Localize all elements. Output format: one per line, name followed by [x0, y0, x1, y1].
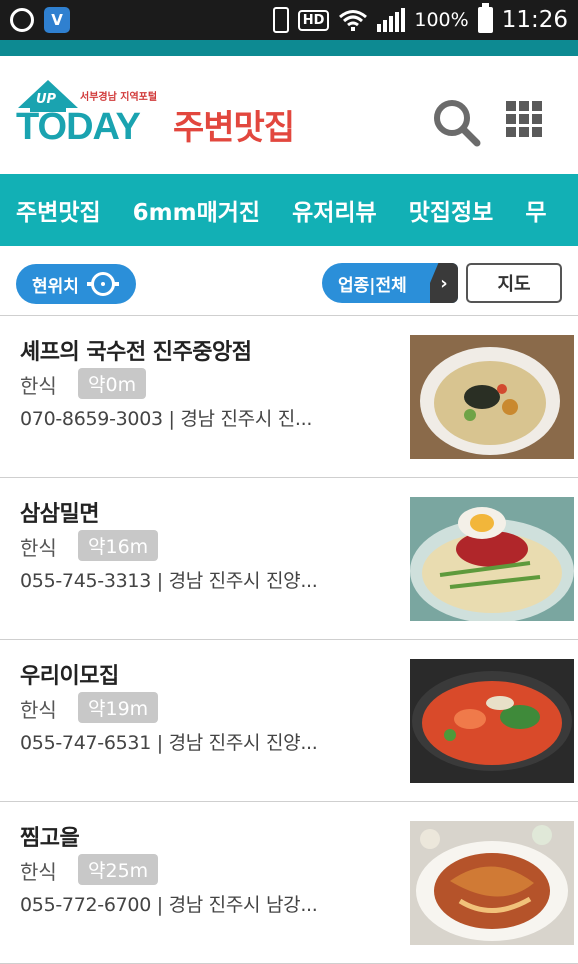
v3-app-icon: V: [44, 7, 70, 33]
status-bar: V HD 100% 11:26: [0, 0, 578, 40]
restaurant-name: 찜고을: [20, 826, 80, 851]
restaurant-type: 한식: [20, 860, 57, 884]
map-button[interactable]: 지도: [466, 263, 562, 303]
tab-restaurant-info[interactable]: 맛집정보: [393, 193, 510, 227]
app-header: UP 서부경남 지역포털 TODAY 주변맛집: [0, 56, 578, 174]
distance-badge: 약0m: [78, 368, 147, 399]
restaurant-photo: [410, 821, 574, 945]
tab-nearby-restaurants[interactable]: 주변맛집: [0, 193, 117, 227]
category-filter-label: 업종|전체: [338, 275, 407, 296]
crosshair-icon: [86, 272, 119, 296]
tab-6mm-magazine[interactable]: 6mm매거진: [117, 193, 276, 227]
filter-bar: 현위치 업종|전체 › 지도: [0, 246, 578, 316]
current-location-button[interactable]: 현위치: [16, 264, 136, 304]
restaurant-list: 셰프의 국수전 진주중앙점 한식 약0m 070-8659-3003 | 경남 …: [0, 316, 578, 964]
vibrate-icon: [272, 7, 289, 33]
category-filter-button[interactable]: 업종|전체 ›: [322, 263, 458, 303]
uptoday-logo[interactable]: UP 서부경남 지역포털 TODAY: [16, 80, 161, 154]
restaurant-name: 셰프의 국수전 진주중앙점: [20, 340, 252, 365]
restaurant-type: 한식: [20, 698, 57, 722]
chevron-right-icon: ›: [430, 263, 458, 303]
list-item[interactable]: 우리이모집 한식 약19m 055-747-6531 | 경남 진주시 진양..…: [0, 640, 578, 802]
tabs-scroll-fade: [548, 174, 578, 246]
logo-tagline: 서부경남 지역포털: [80, 92, 158, 103]
logo-today: TODAY: [16, 106, 141, 148]
restaurant-info: 070-8659-3003 | 경남 진주시 진...: [20, 408, 313, 430]
restaurant-photo: [410, 659, 574, 783]
category-tabs: 주변맛집 6mm매거진 유저리뷰 맛집정보 무: [0, 174, 578, 246]
current-location-label: 현위치: [32, 276, 79, 297]
restaurant-type: 한식: [20, 374, 57, 398]
distance-badge: 약19m: [78, 692, 159, 723]
restaurant-info: 055-772-6700 | 경남 진주시 남강...: [20, 894, 318, 916]
distance-badge: 약16m: [78, 530, 159, 561]
list-item[interactable]: 찜고을 한식 약25m 055-772-6700 | 경남 진주시 남강...: [0, 802, 578, 964]
restaurant-type: 한식: [20, 536, 57, 560]
search-button[interactable]: [432, 98, 482, 148]
tab-user-reviews[interactable]: 유저리뷰: [276, 193, 393, 227]
logo-up: UP: [36, 92, 57, 107]
top-accent-bar: [0, 40, 578, 56]
restaurant-name: 우리이모집: [20, 664, 119, 689]
list-item[interactable]: 셰프의 국수전 진주중앙점 한식 약0m 070-8659-3003 | 경남 …: [0, 316, 578, 478]
cell-signal-icon: [377, 8, 406, 32]
restaurant-info: 055-745-3313 | 경남 진주시 진양...: [20, 570, 318, 592]
page-title: 주변맛집: [173, 108, 295, 148]
list-item[interactable]: 삼삼밀면 한식 약16m 055-745-3313 | 경남 진주시 진양...: [0, 478, 578, 640]
restaurant-photo: [410, 335, 574, 459]
search-icon: [434, 100, 481, 147]
battery-percent: 100%: [414, 9, 469, 31]
wifi-icon: [338, 8, 368, 32]
distance-badge: 약25m: [78, 854, 159, 885]
restaurant-photo: [410, 497, 574, 621]
grid-menu-icon[interactable]: [506, 101, 546, 141]
restaurant-name: 삼삼밀면: [20, 502, 99, 527]
clock: 11:26: [501, 7, 568, 33]
notification-app-icon: [10, 8, 34, 32]
hd-voice-icon: HD: [297, 9, 330, 31]
restaurant-info: 055-747-6531 | 경남 진주시 진양...: [20, 732, 318, 754]
battery-icon: [477, 3, 493, 33]
